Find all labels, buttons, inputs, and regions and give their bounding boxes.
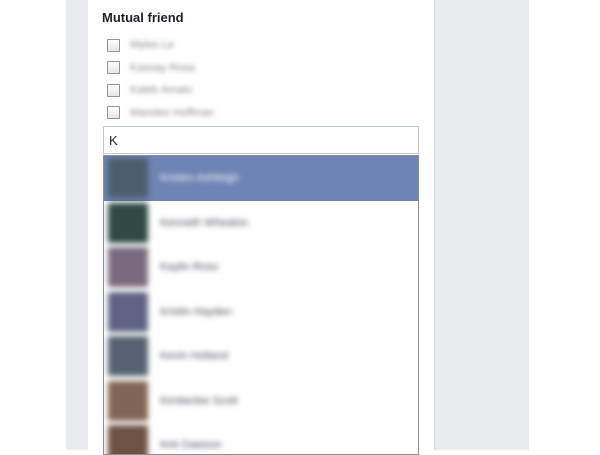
friend-suggestion-dropdown: Kristen Ashleigh Kenneth Wheaton Kaylin … bbox=[103, 155, 419, 455]
checkbox[interactable] bbox=[107, 38, 120, 52]
checkbox-row[interactable]: Kaleb Amato bbox=[107, 79, 407, 102]
checkbox-row[interactable]: Kassay Rosa bbox=[107, 57, 407, 80]
checkbox-row[interactable]: Myles Le bbox=[107, 34, 407, 57]
friend-suggestion-item[interactable]: Kristin Hayden bbox=[104, 290, 418, 335]
section-title: Mutual friend bbox=[102, 10, 184, 25]
checkbox-label: Myles Le bbox=[130, 39, 175, 52]
checkbox[interactable] bbox=[107, 61, 120, 75]
friend-suggestion-item[interactable]: Kirk Dawson bbox=[104, 423, 418, 454]
friend-name: Kimberlee Scott bbox=[160, 394, 238, 407]
mutual-friend-checkbox-list: Myles Le Kassay Rosa Kaleb Amato Mandee … bbox=[107, 34, 407, 124]
avatar bbox=[108, 291, 148, 332]
friend-suggestion-item[interactable]: Kaylin Ross bbox=[104, 245, 418, 290]
avatar bbox=[108, 380, 148, 421]
avatar bbox=[108, 336, 148, 377]
friend-name: Kaylin Ross bbox=[160, 261, 219, 274]
friend-suggestion-item[interactable]: Kimberlee Scott bbox=[104, 379, 418, 424]
checkbox-label: Mandee Hoffman bbox=[130, 106, 215, 119]
friend-name: Kirk Dawson bbox=[160, 439, 222, 452]
checkbox-label: Kaleb Amato bbox=[130, 84, 193, 97]
friend-name: Kenneth Wheaton bbox=[160, 216, 249, 229]
friend-name: Kevin Holland bbox=[160, 350, 228, 363]
friend-suggestion-item[interactable]: Kenneth Wheaton bbox=[104, 201, 418, 246]
left-gutter bbox=[66, 0, 88, 450]
avatar bbox=[108, 202, 148, 243]
avatar bbox=[108, 425, 148, 454]
checkbox-row[interactable]: Mandee Hoffman bbox=[107, 102, 407, 125]
friend-name: Kristin Hayden bbox=[160, 305, 232, 318]
friend-name: Kristen Ashleigh bbox=[160, 172, 239, 185]
mutual-friend-search-input[interactable] bbox=[103, 126, 419, 154]
right-column-background bbox=[435, 0, 529, 450]
avatar bbox=[108, 247, 148, 288]
friend-suggestion-item[interactable]: Kevin Holland bbox=[104, 334, 418, 379]
checkbox[interactable] bbox=[107, 83, 120, 97]
checkbox-label: Kassay Rosa bbox=[130, 61, 195, 74]
checkbox[interactable] bbox=[107, 106, 120, 120]
friend-suggestion-item[interactable]: Kristen Ashleigh bbox=[104, 156, 418, 201]
avatar bbox=[108, 158, 148, 199]
